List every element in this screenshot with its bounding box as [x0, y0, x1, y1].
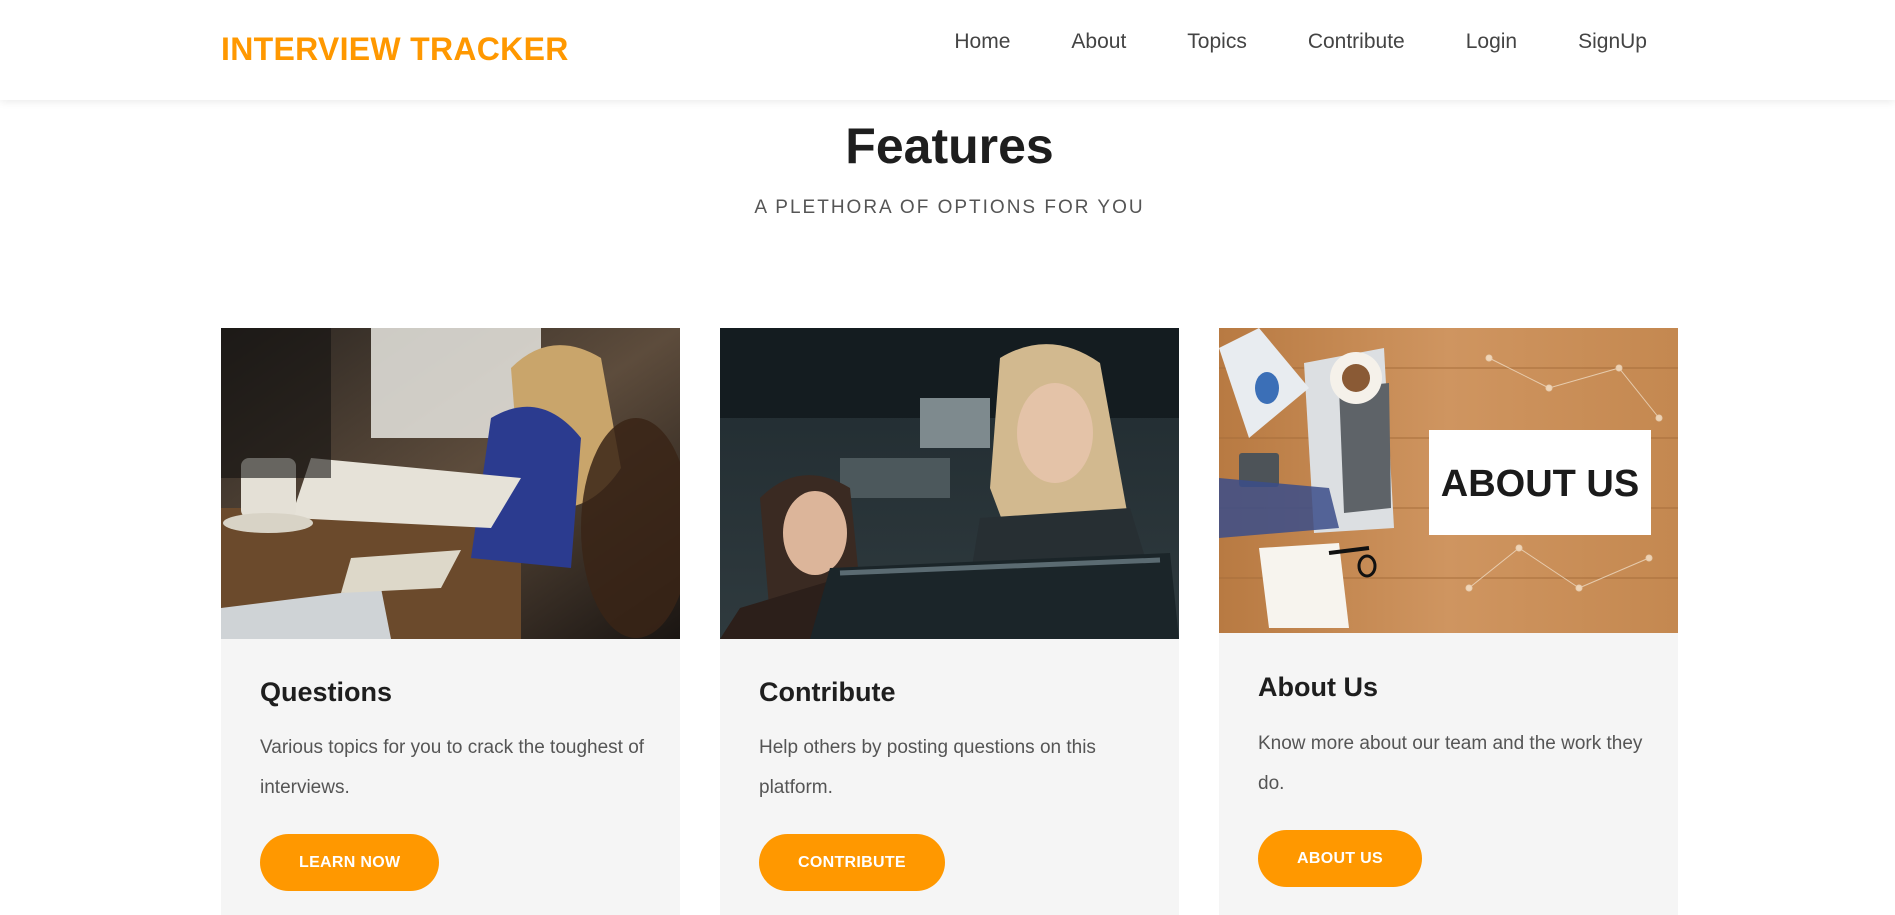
brand-logo[interactable]: INTERVIEW TRACKER — [221, 31, 569, 68]
card-title: Contribute — [759, 677, 896, 707]
nav-topics[interactable]: Topics — [1187, 30, 1247, 54]
card-text: Help others by posting questions on this… — [759, 737, 1096, 798]
about-us-desk-photo: ABOUT US — [1219, 328, 1678, 633]
card-questions: Questions Various topics for you to crac… — [221, 328, 680, 915]
women-at-computer-photo — [720, 328, 1179, 639]
card-title: About Us — [1258, 672, 1378, 702]
people-writing-notes-photo — [221, 328, 680, 639]
nav-contribute[interactable]: Contribute — [1308, 30, 1405, 54]
nav-signup[interactable]: SignUp — [1578, 30, 1647, 54]
learn-now-button[interactable]: LEARN NOW — [260, 834, 440, 891]
about-us-image-caption: ABOUT US — [1441, 463, 1639, 505]
card-contribute: Contribute Help others by posting questi… — [720, 328, 1179, 915]
nav-links: Home About Topics Contribute Login SignU… — [954, 30, 1647, 54]
features-subtitle: A PLETHORA OF OPTIONS FOR YOU — [754, 197, 1145, 218]
card-text: Various topics for you to crack the toug… — [260, 737, 645, 798]
card-about-us: ABOUT US About Us Know more about our te… — [1219, 328, 1678, 915]
card-text: Know more about our team and the work th… — [1258, 733, 1643, 794]
features-title: Features — [845, 118, 1054, 174]
nav-about[interactable]: About — [1071, 30, 1126, 54]
card-title: Questions — [260, 677, 393, 707]
nav-login[interactable]: Login — [1466, 30, 1517, 54]
navbar: INTERVIEW TRACKER Home About Topics Cont… — [0, 0, 1895, 100]
about-us-button[interactable]: ABOUT US — [1258, 830, 1422, 887]
nav-home[interactable]: Home — [954, 30, 1010, 54]
contribute-button[interactable]: CONTRIBUTE — [759, 834, 945, 891]
